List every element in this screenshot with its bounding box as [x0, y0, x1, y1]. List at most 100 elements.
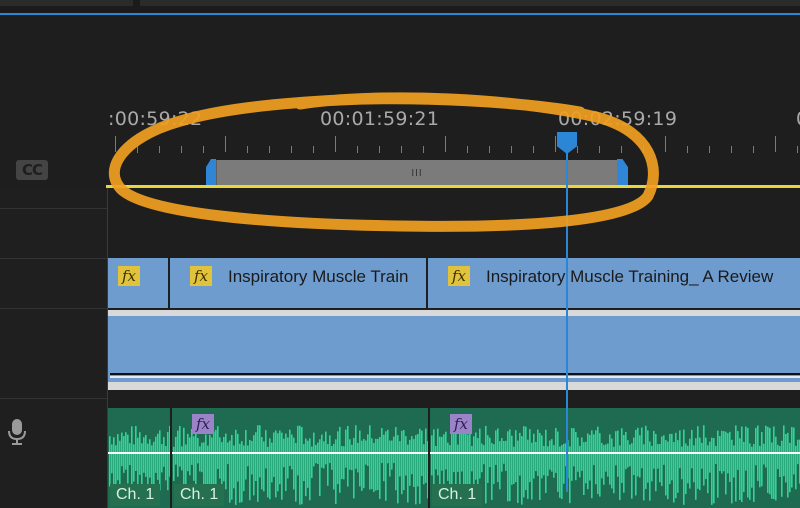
waveform-bar — [469, 431, 471, 492]
waveform-bar — [393, 436, 395, 464]
waveform-bar — [405, 436, 407, 476]
waveform-bar — [195, 430, 197, 488]
fx-badge[interactable]: fx — [190, 266, 212, 286]
fx-badge[interactable]: fx — [118, 266, 140, 286]
waveform-bar — [397, 435, 399, 504]
waveform-bar — [797, 439, 799, 465]
waveform-bar — [155, 436, 157, 473]
waveform-bar — [597, 426, 599, 495]
waveform-bar — [761, 432, 763, 487]
waveform-bar — [687, 445, 689, 484]
waveform-bar — [303, 444, 305, 482]
waveform-bar — [351, 444, 353, 471]
waveform-bar — [593, 434, 595, 466]
waveform-bar — [337, 431, 339, 485]
waveform-bar — [431, 435, 433, 476]
waveform-bar — [323, 441, 325, 469]
waveform-bar — [199, 446, 201, 472]
waveform-bar — [361, 440, 363, 491]
waveform-bar — [461, 430, 463, 472]
fx-badge[interactable]: fx — [448, 266, 470, 286]
waveform-bar — [121, 432, 123, 467]
waveform-bar — [531, 442, 533, 500]
waveform-bar — [689, 438, 691, 489]
work-area-grip[interactable]: III — [411, 168, 422, 179]
waveform-bar — [173, 446, 175, 481]
waveform-bar — [777, 444, 779, 470]
timeline-panel: :00:59:22 00:01:59:21 00:02:59:19 00 CC … — [0, 0, 800, 508]
waveform-bar — [749, 443, 751, 500]
waveform-bar — [301, 427, 303, 505]
waveform-bar — [731, 439, 733, 504]
waveform-bar — [491, 442, 493, 500]
waveform-bar — [391, 440, 393, 470]
captions-cc-icon[interactable]: CC — [16, 160, 48, 180]
fx-badge[interactable]: fx — [450, 414, 472, 434]
waveform-bar — [181, 446, 183, 471]
waveform-bar — [765, 425, 767, 468]
waveform-bar — [673, 442, 675, 503]
audio-clip[interactable]: fx Ch. 1 — [430, 408, 800, 508]
waveform-bar — [769, 427, 771, 495]
microphone-icon[interactable] — [6, 418, 28, 446]
waveform-bar — [185, 444, 187, 485]
waveform-bar — [311, 446, 313, 478]
audio-clip[interactable]: Ch. 1 — [108, 408, 170, 508]
waveform-bar — [145, 434, 147, 477]
waveform-bar — [231, 434, 233, 500]
opacity-rubberband[interactable] — [110, 373, 800, 375]
waveform-bar — [457, 444, 459, 472]
waveform-bar — [389, 440, 391, 477]
audio-clip[interactable]: fx Ch. 1 — [172, 408, 428, 508]
waveform-bar — [683, 429, 685, 505]
fx-badge[interactable]: fx — [192, 414, 214, 434]
waveform-bar — [505, 440, 507, 471]
waveform-bar — [353, 437, 355, 499]
waveform-bar — [703, 425, 705, 486]
waveform-bar — [149, 439, 151, 478]
work-area-bar[interactable]: III — [216, 160, 618, 186]
waveform-bar — [645, 425, 647, 489]
waveform-bar — [641, 427, 643, 469]
waveform-bar — [363, 438, 365, 489]
video-clip[interactable]: fx Inspiratory Muscle Training_ A Review — [428, 258, 800, 308]
waveform-bar — [125, 432, 127, 470]
top-panel-strip — [0, 0, 800, 14]
waveform-bar — [485, 425, 487, 504]
waveform-bar — [569, 446, 571, 504]
waveform-bar — [547, 446, 549, 476]
waveform-bar — [509, 429, 511, 502]
waveform-bar — [343, 446, 345, 480]
waveform-bar — [665, 440, 667, 496]
waveform-bar — [445, 431, 447, 470]
waveform-bar — [209, 434, 211, 488]
waveform-bar — [773, 426, 775, 500]
video-clip-body[interactable] — [108, 310, 800, 390]
ruler-tick — [379, 146, 380, 153]
waveform-bar — [691, 429, 693, 469]
waveform-bar — [743, 441, 745, 493]
ruler-tick — [731, 146, 732, 153]
waveform-bar — [255, 432, 257, 481]
waveform-bar — [775, 436, 777, 501]
waveform-bar — [135, 425, 137, 471]
waveform-bar — [341, 446, 343, 480]
waveform-bar — [401, 430, 403, 495]
waveform-bar — [419, 428, 421, 504]
playhead-line[interactable] — [566, 140, 568, 492]
video-clip[interactable]: fx Inspiratory Muscle Train — [170, 258, 426, 308]
waveform-bar — [271, 442, 273, 483]
ruler-tick — [555, 136, 556, 152]
waveform-bar — [771, 442, 773, 499]
video-clip[interactable]: fx — [108, 258, 168, 308]
waveform-bar — [281, 432, 283, 500]
waveform-bar — [113, 437, 115, 485]
waveform-bar — [553, 445, 555, 478]
waveform-bar — [111, 444, 113, 474]
waveform-bar — [747, 427, 749, 498]
waveform-bar — [629, 444, 631, 467]
ruler-tick — [225, 136, 226, 152]
ruler-tick — [709, 146, 710, 153]
waveform-bar — [313, 432, 315, 467]
waveform-bar — [355, 425, 357, 469]
